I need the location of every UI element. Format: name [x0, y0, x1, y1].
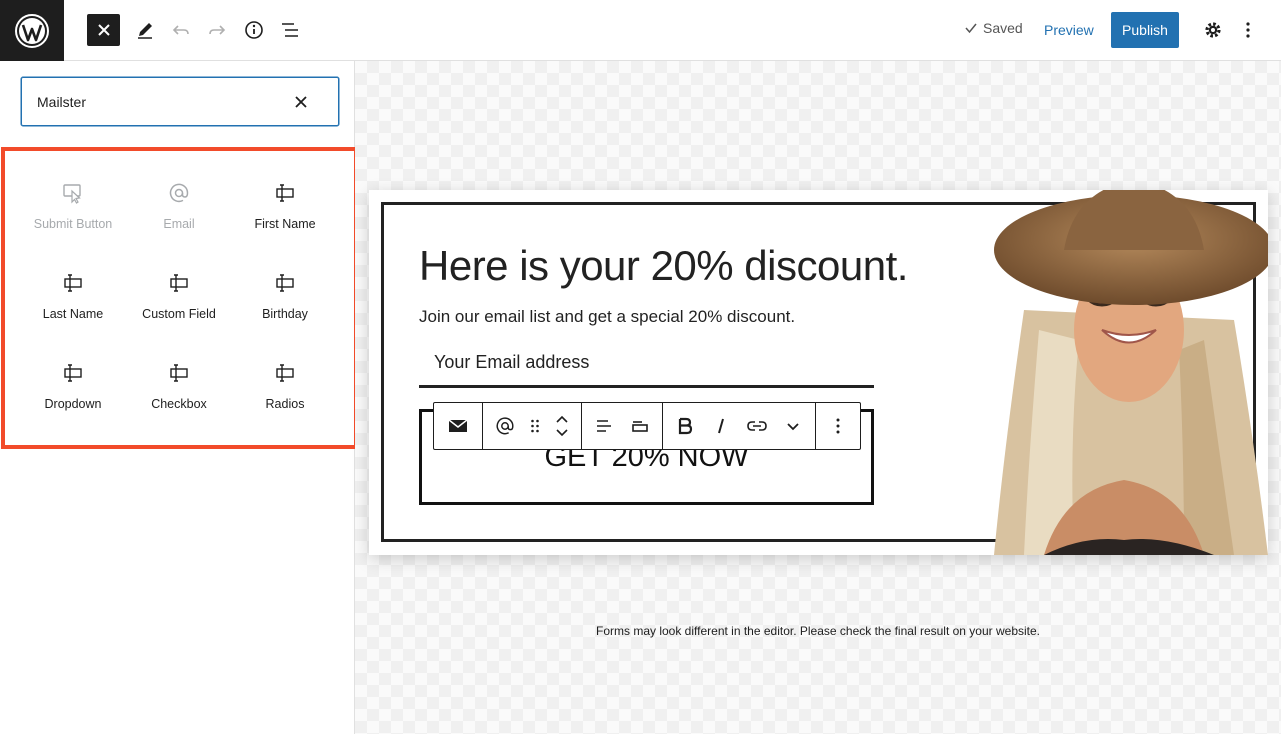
undo-button[interactable] [164, 13, 198, 47]
align-button[interactable] [586, 403, 622, 449]
field-type-button[interactable] [487, 403, 523, 449]
block-label: Submit Button [33, 217, 113, 231]
link-icon [747, 421, 767, 431]
field-icon [276, 184, 294, 202]
italic-icon [718, 418, 724, 434]
chevron-down-icon [787, 423, 799, 431]
italic-button[interactable] [703, 403, 739, 449]
block-inserter-panel: Mailster Submit Button Email First Name [0, 61, 358, 734]
preview-button[interactable]: Preview [1044, 22, 1094, 38]
block-label: Email [163, 217, 195, 231]
block-type-button[interactable] [434, 403, 482, 449]
settings-button[interactable] [1196, 13, 1230, 47]
kebab-menu-icon [836, 418, 840, 434]
more-format-button[interactable] [775, 403, 811, 449]
editor-header: Saved Preview Publish [0, 0, 1281, 61]
pointer-icon [63, 184, 81, 204]
block-label: Radios [265, 397, 305, 411]
close-icon [97, 24, 110, 36]
field-icon [276, 364, 294, 382]
block-label: Custom Field [142, 307, 216, 321]
move-up-down-button[interactable] [547, 403, 577, 449]
gear-icon [1205, 22, 1221, 38]
options-button[interactable] [1231, 13, 1265, 47]
field-icon [276, 274, 294, 292]
bold-icon [678, 417, 693, 435]
options-group [816, 403, 860, 449]
block-label: Dropdown [44, 397, 102, 411]
saved-status: Saved [964, 20, 1023, 36]
form-subline[interactable]: Join our email list and get a special 20… [419, 307, 795, 327]
details-button[interactable] [237, 13, 271, 47]
list-view-button[interactable] [273, 13, 307, 47]
block-search-input[interactable]: Mailster [21, 77, 339, 126]
info-icon [245, 21, 263, 39]
block-dropdown[interactable]: Dropdown [20, 351, 126, 421]
close-inserter-button[interactable] [87, 14, 120, 46]
width-button[interactable] [622, 403, 658, 449]
format-group [663, 403, 816, 449]
publish-button[interactable]: Publish [1111, 12, 1179, 48]
block-options-button[interactable] [820, 403, 856, 449]
drag-handle[interactable] [523, 403, 547, 449]
block-toolbar [433, 402, 861, 450]
at-icon [496, 417, 514, 435]
block-search-value: Mailster [37, 94, 87, 110]
editor-canvas: Here is your 20% discount. Join our emai… [355, 61, 1281, 734]
email-placeholder: Your Email address [434, 352, 590, 372]
tools-edit-button[interactable] [128, 13, 162, 47]
align-left-icon [597, 420, 611, 432]
block-label: First Name [254, 217, 316, 231]
check-icon [965, 23, 977, 34]
block-checkbox[interactable]: Checkbox [126, 351, 232, 421]
block-custom-field[interactable]: Custom Field [126, 261, 232, 331]
email-field[interactable]: Your Email address [419, 340, 874, 388]
bold-button[interactable] [667, 403, 703, 449]
field-icon [170, 364, 188, 382]
signup-form[interactable]: Here is your 20% discount. Join our emai… [369, 190, 1268, 555]
block-birthday[interactable]: Birthday [232, 261, 338, 331]
block-move-group [483, 403, 582, 449]
field-icon [64, 274, 82, 292]
alignment-group [582, 403, 663, 449]
editor-note: Forms may look different in the editor. … [596, 624, 1040, 638]
block-label: Checkbox [151, 397, 207, 411]
clear-search-icon[interactable] [292, 93, 310, 111]
block-submit-button[interactable]: Submit Button [20, 171, 126, 241]
block-first-name[interactable]: First Name [232, 171, 338, 241]
block-email[interactable]: Email [126, 171, 232, 241]
block-type-group [434, 403, 483, 449]
pencil-icon [138, 23, 152, 39]
drag-handle-icon [531, 419, 539, 433]
field-icon [64, 364, 82, 382]
woman-photo [994, 190, 1268, 555]
redo-button[interactable] [200, 13, 234, 47]
envelope-icon [448, 419, 468, 432]
form-headline[interactable]: Here is your 20% discount. [419, 242, 908, 290]
block-radios[interactable]: Radios [232, 351, 338, 421]
redo-icon [209, 25, 226, 35]
block-label: Birthday [262, 307, 308, 321]
saved-label: Saved [983, 20, 1023, 36]
list-view-icon [282, 23, 298, 37]
at-icon [169, 183, 189, 203]
wordpress-logo-icon[interactable] [0, 0, 64, 61]
field-icon [170, 274, 188, 292]
chevron-up-down-icon [556, 415, 568, 437]
block-last-name[interactable]: Last Name [20, 261, 126, 331]
justify-icon [632, 421, 648, 432]
undo-icon [172, 25, 189, 35]
kebab-menu-icon [1246, 22, 1250, 38]
block-label: Last Name [42, 307, 104, 321]
link-button[interactable] [739, 403, 775, 449]
